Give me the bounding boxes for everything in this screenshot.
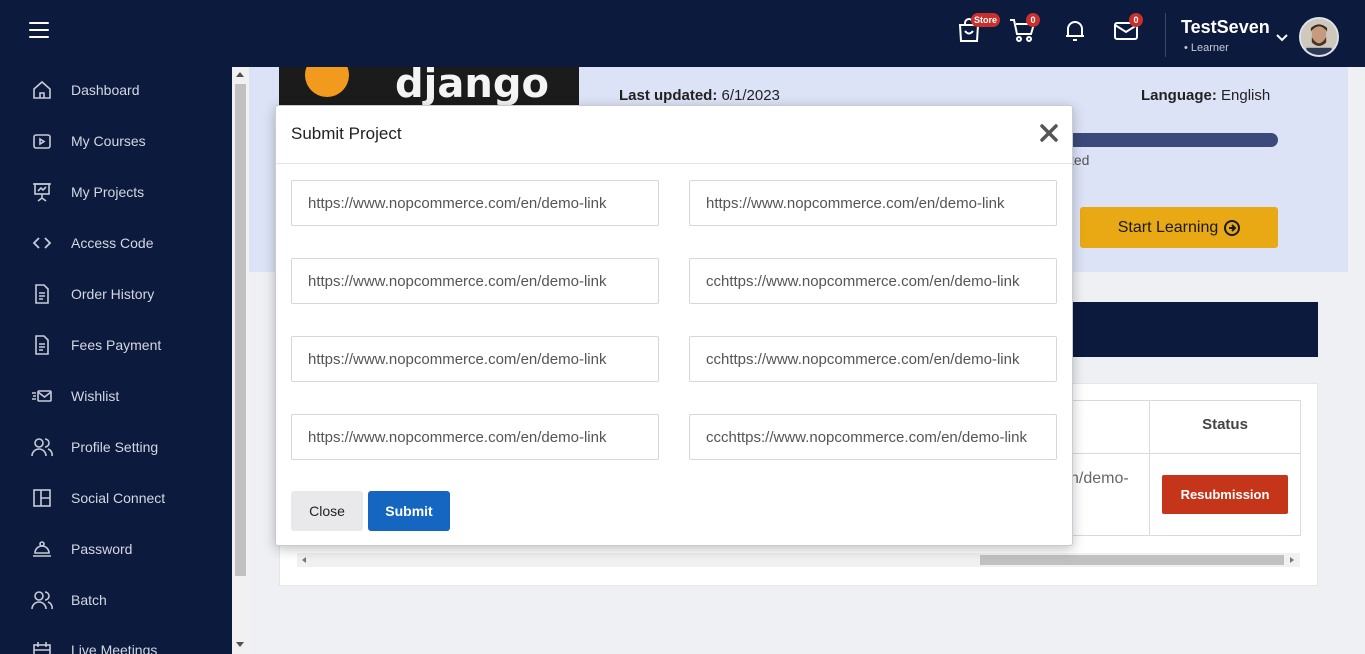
sidebar-scrollbar-thumb[interactable] — [235, 84, 246, 576]
project-link-input[interactable] — [689, 414, 1057, 460]
project-link-input[interactable] — [291, 414, 659, 460]
close-button[interactable]: Close — [291, 491, 363, 531]
users-icon — [31, 436, 53, 458]
status-column-header: Status — [1202, 416, 1248, 433]
start-learning-label: Start Learning — [1117, 218, 1219, 236]
project-link-input[interactable] — [291, 336, 659, 382]
sidebar-item-label: Dashboard — [71, 82, 140, 98]
store-icon[interactable]: Store — [955, 13, 1001, 46]
close-icon[interactable] — [1038, 122, 1060, 144]
sidebar-item-label: Access Code — [71, 235, 154, 251]
user-role: • Learner — [1184, 42, 1229, 54]
avatar[interactable] — [1299, 17, 1339, 57]
resubmission-button[interactable]: Resubmission — [1162, 475, 1288, 514]
sidebar: Dashboard My Courses My Projects Access … — [0, 67, 232, 654]
sidebar-item-my-courses[interactable]: My Courses — [0, 121, 232, 161]
project-link-input[interactable] — [689, 258, 1057, 304]
submit-button[interactable]: Submit — [368, 491, 450, 531]
store-badge: Store — [971, 13, 1001, 27]
submit-project-modal: Submit Project Close Submit — [275, 105, 1073, 546]
top-header: Store 0 0 TestSeven • Learner — [0, 0, 1365, 67]
arrow-circle-icon — [1224, 219, 1241, 236]
sidebar-item-my-projects[interactable]: My Projects — [0, 172, 232, 212]
mail-count-badge: 0 — [1129, 13, 1143, 27]
play-icon — [31, 130, 53, 152]
cart-icon[interactable]: 0 — [1008, 13, 1040, 46]
table-cell-link: n/demo- — [1070, 470, 1129, 487]
sidebar-item-label: My Projects — [71, 184, 145, 200]
presentation-icon — [31, 181, 53, 203]
sidebar-item-label: Social Connect — [71, 490, 166, 506]
course-logo-icon — [305, 67, 349, 97]
table-divider — [1060, 453, 1301, 454]
last-updated: Last updated: 6/1/2023 — [619, 87, 780, 104]
sidebar-item-order-history[interactable]: Order History — [0, 274, 232, 314]
document-icon — [31, 283, 53, 305]
modal-divider — [276, 163, 1072, 164]
scroll-left-arrow-icon[interactable] — [302, 557, 306, 563]
layout-icon — [31, 487, 53, 509]
document-icon — [31, 334, 53, 356]
project-link-input[interactable] — [291, 180, 659, 226]
mail-icon — [31, 385, 53, 407]
sidebar-item-dashboard[interactable]: Dashboard — [0, 70, 232, 110]
sidebar-item-label: Live Meetings — [71, 642, 158, 654]
course-thumbnail: django — [279, 67, 579, 107]
scroll-up-arrow-icon[interactable] — [236, 72, 244, 77]
users-icon — [31, 589, 53, 611]
scroll-down-arrow-icon[interactable] — [236, 642, 244, 647]
cart-count-badge: 0 — [1026, 13, 1040, 27]
start-learning-button[interactable]: Start Learning — [1080, 207, 1278, 248]
project-link-input[interactable] — [689, 180, 1057, 226]
mail-icon[interactable]: 0 — [1112, 13, 1143, 46]
home-icon — [31, 79, 53, 101]
header-divider — [1165, 13, 1166, 57]
sidebar-item-access-code[interactable]: Access Code — [0, 223, 232, 263]
sidebar-item-social-connect[interactable]: Social Connect — [0, 478, 232, 518]
bell-icon[interactable] — [1061, 16, 1091, 46]
calendar-icon — [31, 639, 53, 654]
scroll-right-arrow-icon[interactable] — [1290, 557, 1294, 563]
chevron-down-icon[interactable] — [1275, 30, 1289, 42]
sidebar-item-fees-payment[interactable]: Fees Payment — [0, 325, 232, 365]
hamburger-menu-icon[interactable] — [29, 22, 49, 38]
sidebar-item-label: Wishlist — [71, 388, 120, 404]
sidebar-item-label: Batch — [71, 592, 107, 608]
code-icon — [31, 232, 53, 254]
sidebar-item-label: Password — [71, 541, 133, 557]
course-thumbnail-text: django — [395, 67, 549, 107]
last-updated-value: 6/1/2023 — [721, 87, 780, 104]
sidebar-item-live-meetings[interactable]: Live Meetings — [0, 630, 232, 654]
sidebar-item-label: Profile Setting — [71, 439, 159, 455]
modal-title: Submit Project — [291, 124, 402, 143]
sidebar-item-label: My Courses — [71, 133, 146, 149]
course-language: Language: English — [1141, 87, 1270, 104]
lock-icon — [31, 538, 53, 560]
sidebar-item-profile-setting[interactable]: Profile Setting — [0, 427, 232, 467]
project-link-input[interactable] — [291, 258, 659, 304]
language-label: Language: — [1141, 87, 1217, 104]
language-value: English — [1221, 87, 1271, 104]
projects-section-header — [1060, 302, 1318, 357]
sidebar-item-batch[interactable]: Batch — [0, 580, 232, 620]
user-name: TestSeven — [1181, 17, 1270, 37]
project-link-input[interactable] — [689, 336, 1057, 382]
sidebar-item-label: Order History — [71, 286, 155, 302]
sidebar-item-password[interactable]: Password — [0, 529, 232, 569]
sidebar-item-wishlist[interactable]: Wishlist — [0, 376, 232, 416]
sidebar-item-label: Fees Payment — [71, 337, 162, 353]
last-updated-label: Last updated: — [619, 87, 718, 104]
course-progress-bar — [1060, 133, 1278, 147]
table-scrollbar-thumb[interactable] — [980, 555, 1284, 565]
